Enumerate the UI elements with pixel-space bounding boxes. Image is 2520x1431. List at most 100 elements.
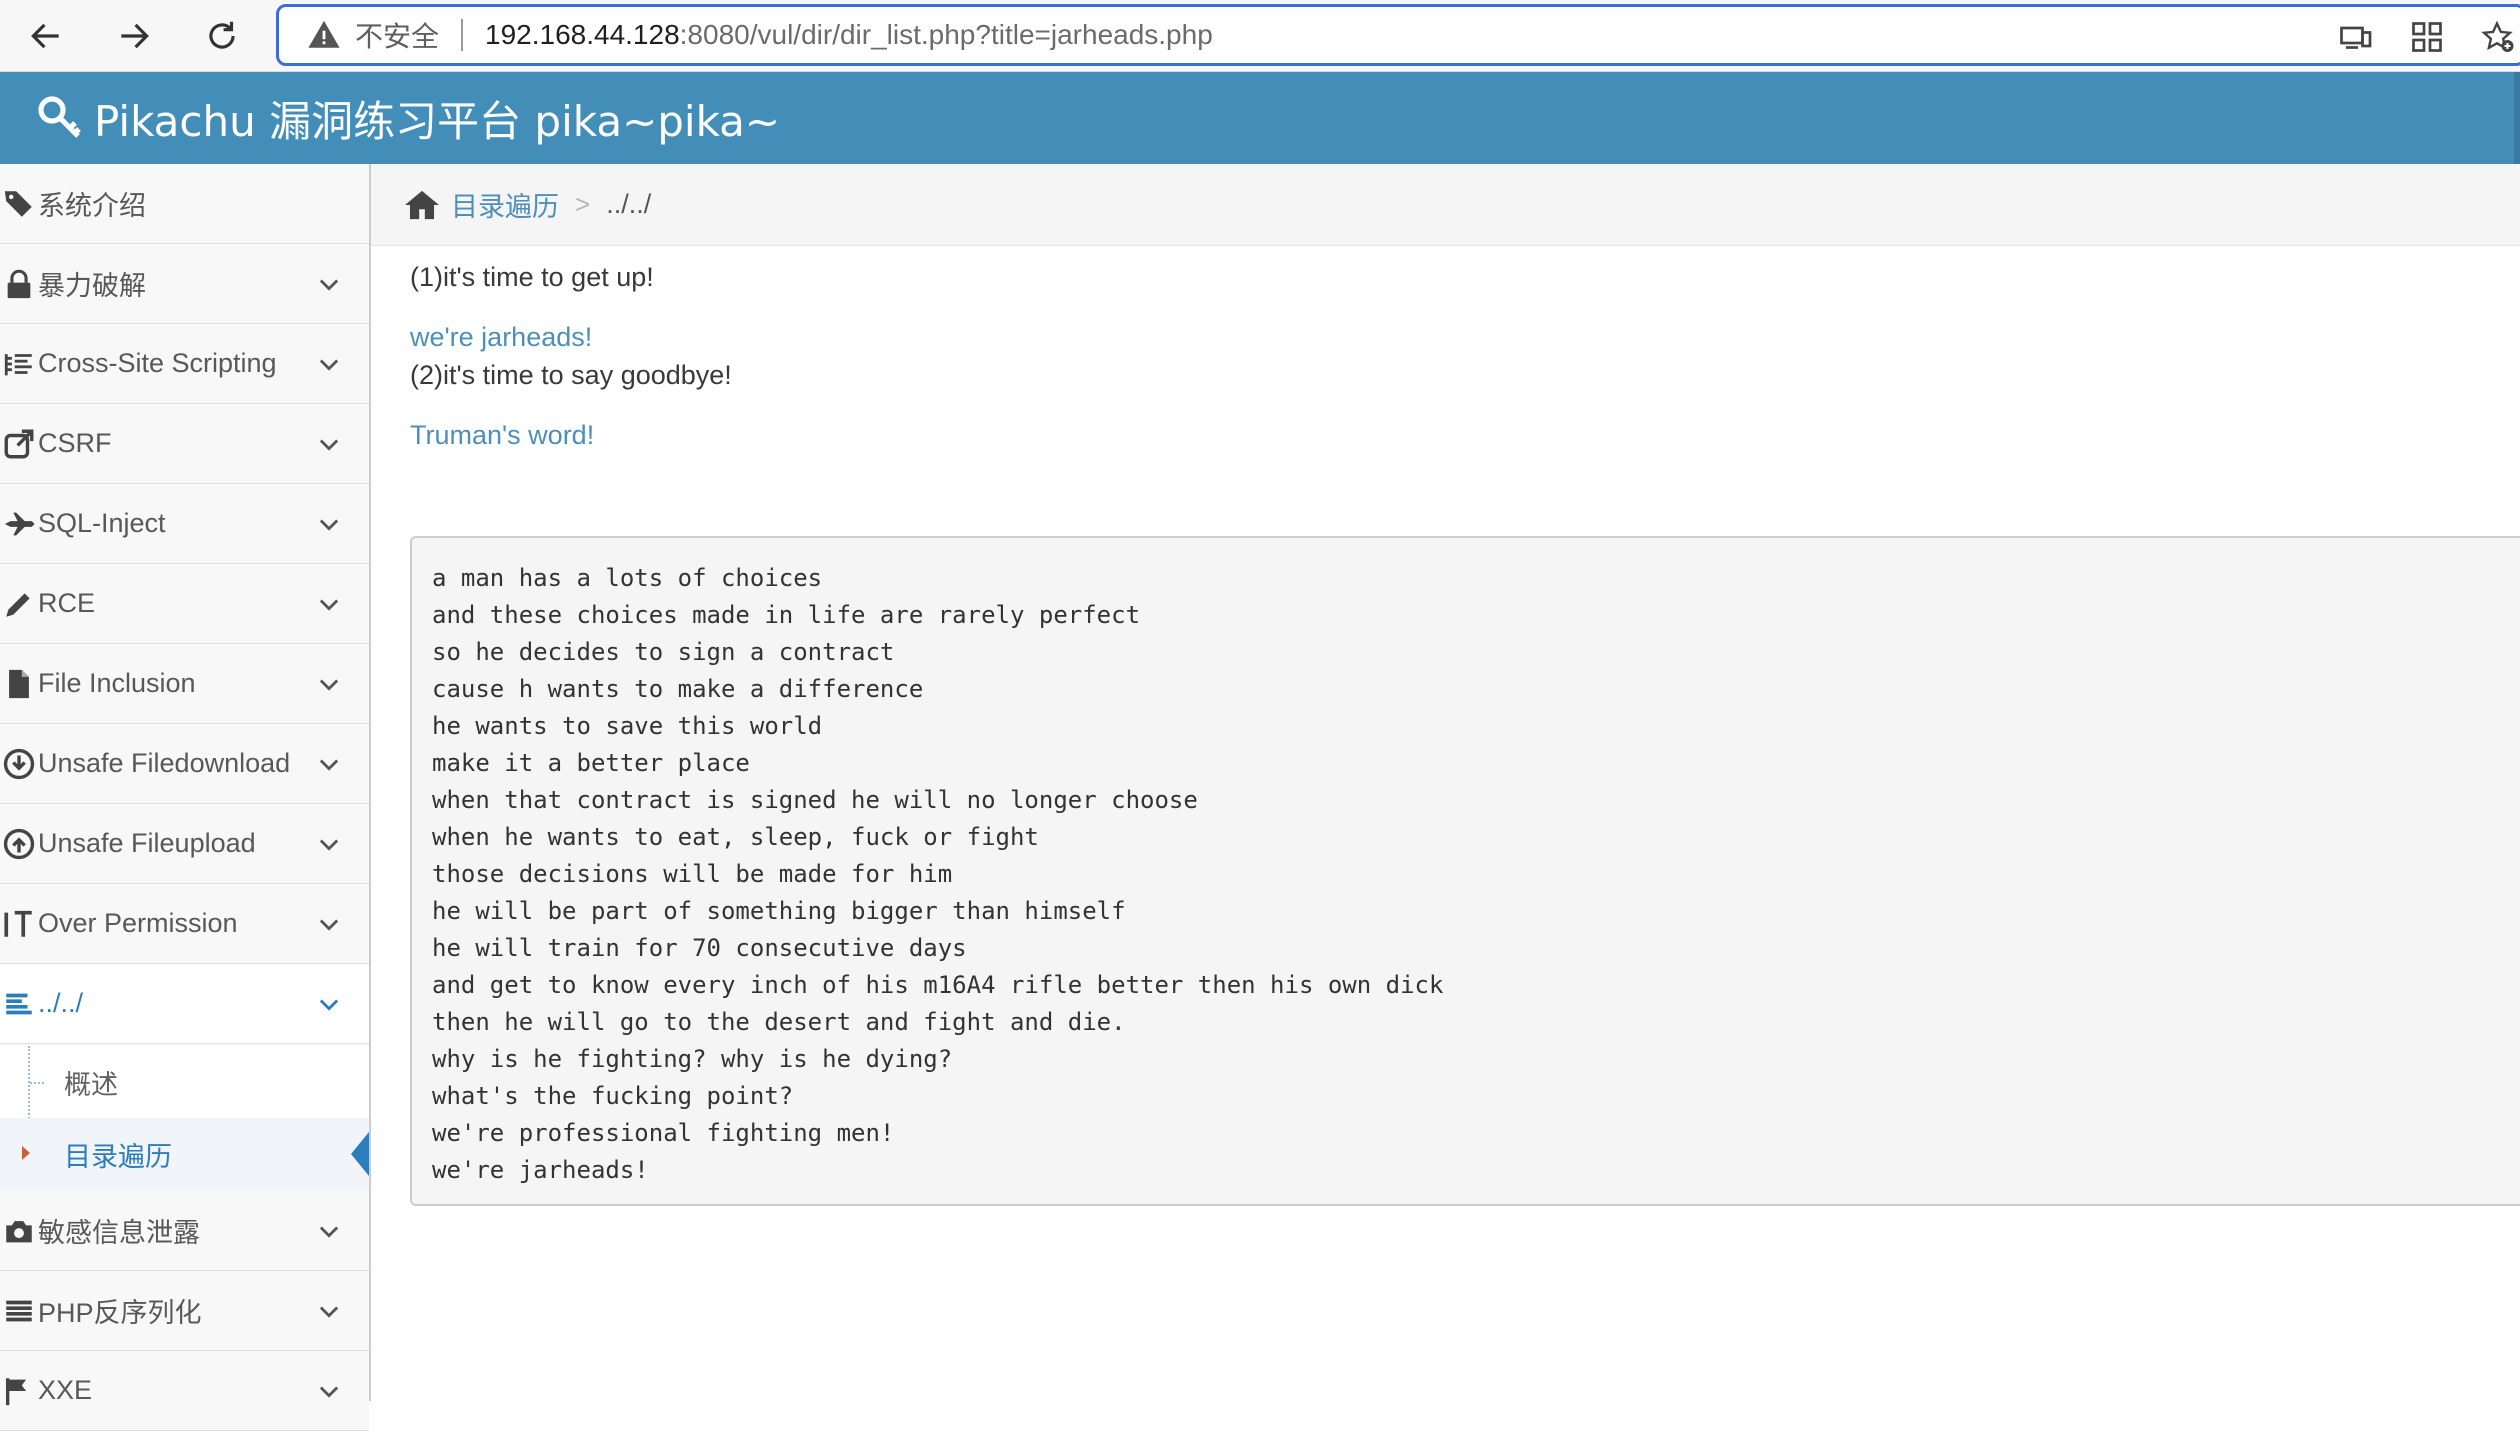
- sidebar-item-label: Cross-Site Scripting: [38, 348, 277, 378]
- sidebar-item-rce[interactable]: RCE: [0, 564, 369, 644]
- lock-icon: [7, 269, 31, 298]
- sidebar-item-label: 暴力破解: [38, 271, 146, 301]
- flag-icon: [5, 1377, 27, 1405]
- submenu-item-dir-list[interactable]: 目录遍历: [0, 1118, 369, 1190]
- url-path: :8080/vul/dir/dir_list.php?title=jarhead…: [679, 19, 1213, 50]
- tags-icon: [4, 190, 32, 217]
- poem-line: so he decides to sign a contract: [432, 638, 895, 666]
- back-button[interactable]: [20, 10, 72, 62]
- content-line-2: (2)it's time to say goodbye!: [410, 360, 732, 390]
- poem-line: cause h wants to make a difference: [432, 675, 924, 703]
- submenu-item-overview[interactable]: 概述: [0, 1046, 369, 1118]
- chevron-down-icon[interactable]: [315, 590, 343, 618]
- poem-line: then he will go to the desert and fight …: [432, 1008, 1126, 1036]
- address-bar[interactable]: 不安全 192.168.44.128:8080/vul/dir/dir_list…: [276, 4, 2520, 66]
- breadcrumb-current: ../../: [606, 189, 652, 219]
- poem-line: why is he fighting? why is he dying?: [432, 1045, 953, 1073]
- address-separator: [461, 19, 464, 51]
- header-edge: [2514, 72, 2520, 164]
- chevron-down-icon[interactable]: [315, 1297, 343, 1325]
- reload-button[interactable]: [196, 10, 248, 62]
- list-indent-icon: [4, 353, 32, 375]
- camera-icon: [6, 1220, 32, 1242]
- poem-line: what's the fucking point?: [432, 1082, 794, 1110]
- chevron-down-icon[interactable]: [315, 670, 343, 698]
- poem-line: and get to know every inch of his m16A4 …: [432, 971, 1444, 999]
- download-circle-icon: [3, 748, 35, 779]
- arrow-right-icon: [121, 23, 149, 49]
- file-content-box: a man has a lots of choices and these ch…: [410, 536, 2520, 1206]
- poem-line: a man has a lots of choices: [432, 564, 823, 592]
- sidebar-item-file-inclusion[interactable]: File Inclusion: [0, 644, 369, 724]
- sidebar-item-label: RCE: [38, 588, 96, 618]
- sidebar-item-label: SQL-Inject: [38, 508, 166, 538]
- poem-line: make it a better place: [432, 749, 750, 777]
- site-title[interactable]: Pikachu 漏洞练习平台 pika~pika~: [94, 88, 780, 149]
- poem-line: when he wants to eat, sleep, fuck or fig…: [432, 823, 1039, 851]
- favorite-add-icon[interactable]: [2479, 19, 2515, 55]
- caret-right-icon: [22, 1146, 30, 1160]
- apps-icon[interactable]: [2409, 19, 2445, 55]
- arrow-left-icon: [31, 23, 59, 49]
- poem-line: when that contract is signed he will no …: [432, 786, 1198, 814]
- url-text[interactable]: 192.168.44.128:8080/vul/dir/dir_list.php…: [485, 19, 1213, 51]
- chevron-down-icon[interactable]: [315, 830, 343, 858]
- url-host: 192.168.44.128: [485, 19, 680, 50]
- device-icon[interactable]: [2337, 19, 2373, 55]
- poem-line: and these choices made in life are rarel…: [432, 601, 1141, 629]
- chevron-down-icon[interactable]: [315, 350, 343, 378]
- sidebar-item-label: Unsafe Fileupload: [38, 828, 256, 858]
- poem-line: he will train for 70 consecutive days: [432, 934, 967, 962]
- align-left-icon: [6, 993, 32, 1014]
- sidebar-item-over-permission[interactable]: Over Permission: [0, 884, 369, 964]
- chevron-down-icon[interactable]: [315, 1217, 343, 1245]
- sidebar-item-sql-inject[interactable]: SQL-Inject: [0, 484, 369, 564]
- reload-icon: [209, 21, 235, 49]
- sidebar-item-label: 系统介绍: [38, 191, 146, 221]
- chevron-down-icon[interactable]: [315, 990, 343, 1018]
- jarheads-link[interactable]: we're jarheads!: [410, 322, 592, 353]
- fighter-jet-icon: [4, 512, 35, 535]
- sidebar-item-label: PHP反序列化: [38, 1298, 202, 1328]
- chevron-down-icon[interactable]: [315, 750, 343, 778]
- sidebar-item-unsafe-fileupload[interactable]: Unsafe Fileupload: [0, 804, 369, 884]
- chevron-down-icon[interactable]: [315, 910, 343, 938]
- pencil-icon: [6, 592, 30, 617]
- submenu-item-label: 概述: [64, 1069, 118, 1100]
- sidebar-item-label: File Inclusion: [38, 668, 196, 698]
- breadcrumb-separator: >: [575, 189, 591, 219]
- insecure-label[interactable]: 不安全: [355, 15, 439, 55]
- breadcrumb: 目录遍历 > ../../: [371, 164, 2520, 246]
- share-icon: [4, 429, 34, 458]
- chevron-down-icon[interactable]: [315, 510, 343, 538]
- sidebar-item-xxe[interactable]: XXE: [0, 1351, 369, 1431]
- sidebar-item-label: ../../: [38, 988, 84, 1018]
- chevron-down-icon[interactable]: [315, 270, 343, 298]
- sidebar-item-intro[interactable]: 系统介绍: [0, 164, 369, 244]
- sidebar-item-xss[interactable]: Cross-Site Scripting: [0, 324, 369, 404]
- sidebar-item-label: Over Permission: [38, 908, 238, 938]
- sidebar-item-unsafe-filedownload[interactable]: Unsafe Filedownload: [0, 724, 369, 804]
- sidebar-item-info-leak[interactable]: 敏感信息泄露: [0, 1191, 369, 1271]
- poem-line: those decisions will be made for him: [432, 860, 953, 888]
- chevron-down-icon[interactable]: [315, 430, 343, 458]
- sidebar-item-dir-traversal[interactable]: ../../: [0, 964, 369, 1044]
- forward-button[interactable]: [108, 10, 160, 62]
- sidebar-item-brute-force[interactable]: 暴力破解: [0, 244, 369, 324]
- browser-toolbar: 不安全 192.168.44.128:8080/vul/dir/dir_list…: [0, 0, 2520, 72]
- key-icon: [38, 96, 81, 138]
- content-line-1: (1)it's time to get up!: [410, 262, 654, 292]
- upload-circle-icon: [3, 828, 35, 859]
- truman-link[interactable]: Truman's word!: [410, 420, 594, 451]
- submenu-item-label: 目录遍历: [64, 1141, 172, 1172]
- breadcrumb-link[interactable]: 目录遍历: [451, 185, 559, 224]
- poem-line: we're professional fighting men!: [432, 1119, 895, 1147]
- sidebar-item-label: CSRF: [38, 428, 112, 458]
- sidebar-item-csrf[interactable]: CSRF: [0, 404, 369, 484]
- site-header: Pikachu 漏洞练习平台 pika~pika~: [0, 72, 2520, 164]
- sidebar-item-label: XXE: [38, 1375, 93, 1405]
- sidebar-item-php-unserialize[interactable]: PHP反序列化: [0, 1271, 369, 1351]
- home-icon[interactable]: [403, 188, 441, 222]
- align-justify-icon: [6, 1300, 32, 1321]
- tree-dot: [30, 1082, 44, 1084]
